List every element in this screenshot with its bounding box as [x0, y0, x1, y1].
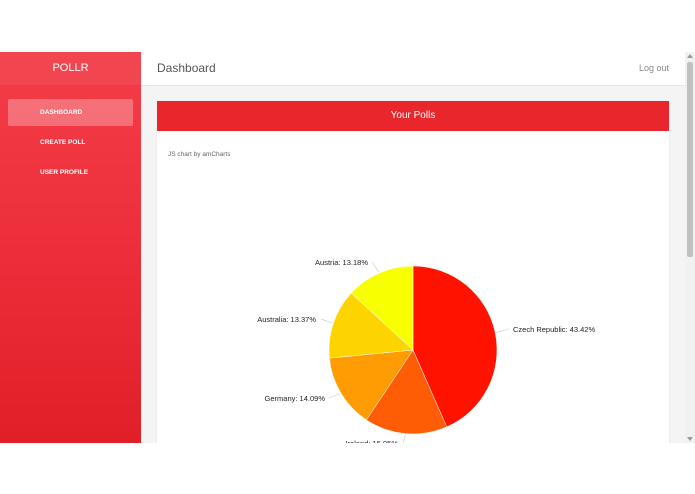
scrollbar[interactable]: [685, 52, 695, 443]
app: POLLR DASHBOARD CREATE POLL USER PROFILE…: [0, 52, 695, 443]
brand-logo[interactable]: POLLR: [0, 52, 141, 85]
pie-label: Austria: 13.18%: [315, 258, 368, 267]
sidebar-item-create-poll[interactable]: CREATE POLL: [8, 129, 133, 156]
sidebar-item-user-profile[interactable]: USER PROFILE: [8, 159, 133, 186]
pie-label-connector: [320, 318, 333, 324]
sidebar: POLLR DASHBOARD CREATE POLL USER PROFILE: [0, 52, 141, 443]
pie-label: Australia: 13.37%: [257, 315, 316, 324]
pie-label-connector: [496, 328, 510, 333]
pie-label-connector: [328, 393, 341, 399]
polls-card: Your Polls JS chart by amCharts Czech Re…: [157, 101, 669, 443]
scroll-thumb[interactable]: [687, 62, 693, 257]
pie-label: Germany: 14.09%: [265, 394, 326, 403]
page-title: Dashboard: [157, 61, 216, 75]
logout-link[interactable]: Log out: [639, 63, 669, 73]
pie-label-connector: [371, 261, 380, 273]
pie-chart: Czech Republic: 43.42% Ireland: 15.95% Ger…: [257, 258, 595, 443]
pie-label: Ireland: 15.95%: [345, 439, 398, 443]
pie-label-connector: [402, 434, 406, 443]
sidebar-nav: DASHBOARD CREATE POLL USER PROFILE: [8, 99, 133, 189]
pie-label: Czech Republic: 43.42%: [513, 325, 595, 334]
scroll-down-icon[interactable]: [687, 437, 693, 441]
scroll-up-icon[interactable]: [687, 54, 693, 58]
sidebar-item-dashboard[interactable]: DASHBOARD: [8, 99, 133, 126]
topbar: Dashboard Log out: [141, 52, 685, 86]
